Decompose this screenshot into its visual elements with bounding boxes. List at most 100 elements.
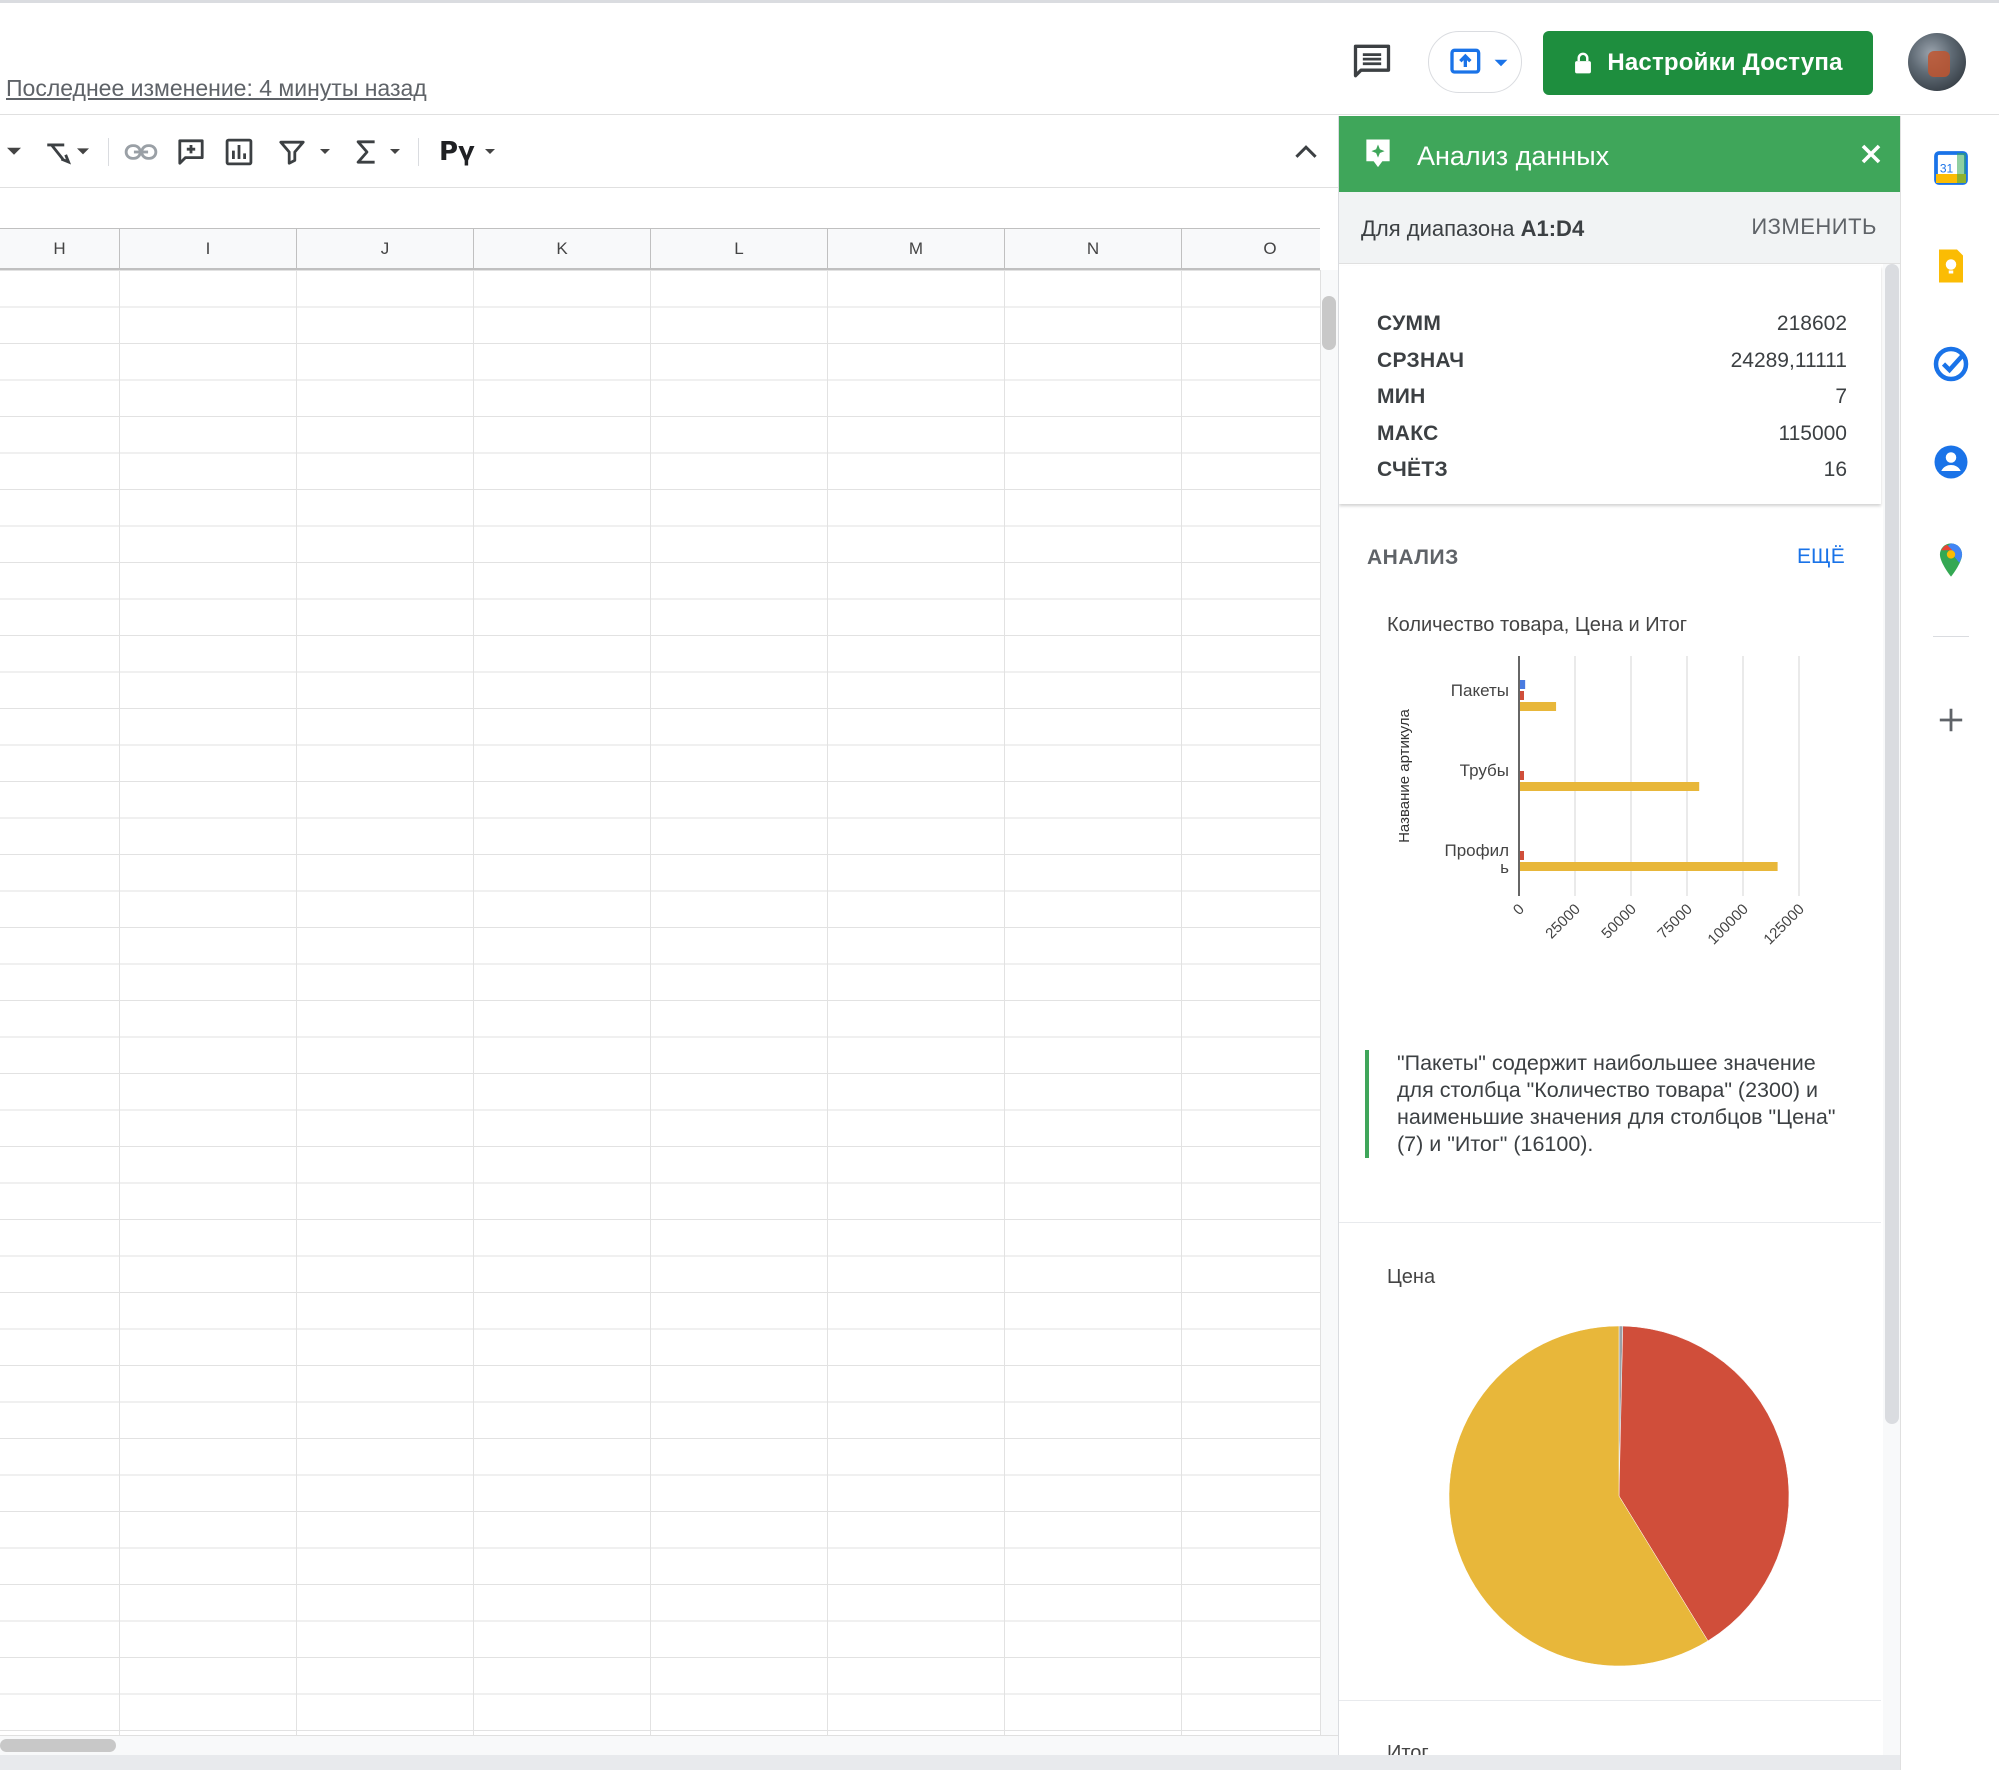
tasks-icon — [1933, 346, 1969, 382]
input-tools-label: Рү — [438, 137, 475, 167]
pie-chart-title: Цена — [1387, 1266, 1436, 1288]
toolbar-separator — [108, 138, 109, 166]
present-button[interactable] — [1428, 31, 1522, 93]
sigma-icon — [356, 140, 375, 164]
range-text: Для диапазона A1:D4 — [1361, 216, 1584, 242]
column-header[interactable]: H — [0, 229, 120, 269]
column-header[interactable]: O — [1182, 229, 1359, 269]
bar-chart[interactable]: 0 25000 50000 75000 100000 125000 Название арт… — [1369, 636, 1869, 956]
lock-icon — [1575, 52, 1592, 74]
chart-icon — [225, 138, 253, 166]
stat-row: МАКС 115000 — [1377, 416, 1847, 452]
toolbar-separator — [418, 138, 419, 166]
stat-row: СРЗНАЧ 24289,11111 — [1377, 343, 1847, 379]
stat-row: СУММ 218602 — [1377, 306, 1847, 342]
stats-card: СУММ 218602 СРЗНАЧ 24289,11111 МИН 7 МАК… — [1339, 266, 1881, 504]
maps-app-button[interactable] — [1929, 538, 1973, 582]
more-analysis-link[interactable]: ЕЩЁ — [1797, 545, 1845, 569]
stat-name: СРЗНАЧ — [1377, 348, 1465, 372]
close-icon — [1861, 144, 1881, 164]
stat-name: СЧЁТЗ — [1377, 458, 1448, 481]
range-value: A1:D4 — [1520, 216, 1585, 241]
filter-icon — [279, 140, 305, 165]
x-tick-label: 25000 — [1542, 901, 1584, 943]
functions-button[interactable] — [348, 134, 408, 170]
close-panel-button[interactable] — [1851, 134, 1891, 174]
next-chart-title: Итог — [1387, 1742, 1429, 1755]
share-button-label: Настройки Доступа — [1607, 49, 1843, 76]
column-header[interactable]: M — [828, 229, 1005, 269]
stat-name: МИН — [1377, 385, 1426, 408]
get-addons-button[interactable] — [1929, 698, 1973, 742]
maps-icon — [1939, 543, 1963, 577]
x-tick-label: 75000 — [1654, 901, 1696, 943]
dropdown-arrow-button[interactable] — [4, 134, 24, 170]
chevron-down-icon — [390, 149, 400, 154]
category-label: Трубы — [1460, 761, 1509, 780]
collapse-menus-button[interactable] — [1288, 134, 1324, 170]
toolbar: Рү — [0, 116, 1338, 188]
divider — [1339, 1222, 1881, 1223]
horizontal-scroll-thumb[interactable] — [0, 1739, 116, 1752]
panel-header: Анализ данных — [1339, 116, 1900, 192]
text-rotation-icon — [47, 143, 72, 165]
column-header-row: H I J K L M N O — [0, 228, 1359, 270]
stat-row: СЧЁТЗ 16 — [1377, 452, 1847, 488]
insight-text: "Пакеты" содержит наибольшее значение дл… — [1365, 1050, 1855, 1158]
svg-text:31: 31 — [1940, 162, 1954, 176]
range-prefix: Для диапазона — [1361, 216, 1521, 241]
column-header[interactable]: K — [474, 229, 651, 269]
tasks-app-button[interactable] — [1929, 342, 1973, 386]
stat-value: 7 — [1835, 385, 1847, 408]
bar — [1520, 680, 1526, 689]
input-tools-button[interactable]: Рү — [434, 134, 502, 170]
chevron-down-icon — [485, 149, 495, 154]
filter-button[interactable] — [272, 134, 338, 170]
last-edit-link[interactable]: Последнее изменение: 4 минуты назад — [6, 75, 427, 102]
chevron-up-icon — [1295, 145, 1317, 158]
vertical-scrollbar[interactable] — [1320, 270, 1338, 1735]
column-header[interactable]: L — [651, 229, 828, 269]
link-icon — [124, 144, 158, 160]
plus-icon — [1939, 708, 1963, 732]
stat-value: 16 — [1823, 458, 1847, 481]
panel-scroll-thumb[interactable] — [1885, 264, 1899, 1424]
x-tick-label: 50000 — [1598, 901, 1640, 943]
add-comment-icon — [178, 139, 204, 165]
text-rotation-button[interactable] — [36, 134, 96, 170]
comments-button[interactable] — [1350, 39, 1394, 83]
insert-chart-button[interactable] — [220, 134, 258, 170]
analysis-heading: АНАЛИЗ — [1367, 546, 1459, 569]
stat-value: 115000 — [1778, 421, 1847, 445]
x-tick-label: 125000 — [1760, 901, 1807, 948]
explore-panel: Анализ данных Для диапазона A1:D4 ИЗМЕНИ… — [1338, 116, 1900, 1755]
user-avatar[interactable] — [1908, 33, 1966, 91]
contacts-app-button[interactable] — [1929, 440, 1973, 484]
insert-comment-button[interactable] — [172, 134, 210, 170]
stat-value: 218602 — [1776, 312, 1847, 335]
cell-grid[interactable] — [0, 270, 1320, 1735]
stat-name: СУММ — [1377, 312, 1442, 335]
insert-link-button[interactable] — [120, 134, 162, 170]
stat-name: МАКС — [1377, 421, 1439, 445]
comment-icon — [1353, 44, 1391, 78]
bar — [1520, 702, 1557, 711]
column-header[interactable]: J — [297, 229, 474, 269]
explore-icon — [1366, 139, 1390, 168]
x-tick-label: 0 — [1510, 901, 1528, 919]
horizontal-scrollbar[interactable] — [0, 1735, 1338, 1755]
column-header[interactable]: I — [120, 229, 297, 269]
share-button[interactable]: Настройки Доступа — [1543, 31, 1873, 95]
x-tick-label: 100000 — [1704, 901, 1751, 948]
rail-separator — [1933, 636, 1969, 637]
vertical-scroll-thumb[interactable] — [1322, 296, 1336, 350]
keep-app-button[interactable] — [1929, 244, 1973, 288]
pie-chart[interactable] — [1419, 1296, 1819, 1696]
divider — [1339, 1700, 1881, 1701]
calendar-app-button[interactable]: 31 — [1929, 146, 1973, 190]
category-label-part: ь — [1500, 858, 1509, 877]
change-range-button[interactable]: ИЗМЕНИТЬ — [1751, 214, 1877, 240]
bar — [1520, 771, 1524, 780]
column-header[interactable]: N — [1005, 229, 1182, 269]
y-axis-label: Название артикула — [1396, 708, 1413, 842]
